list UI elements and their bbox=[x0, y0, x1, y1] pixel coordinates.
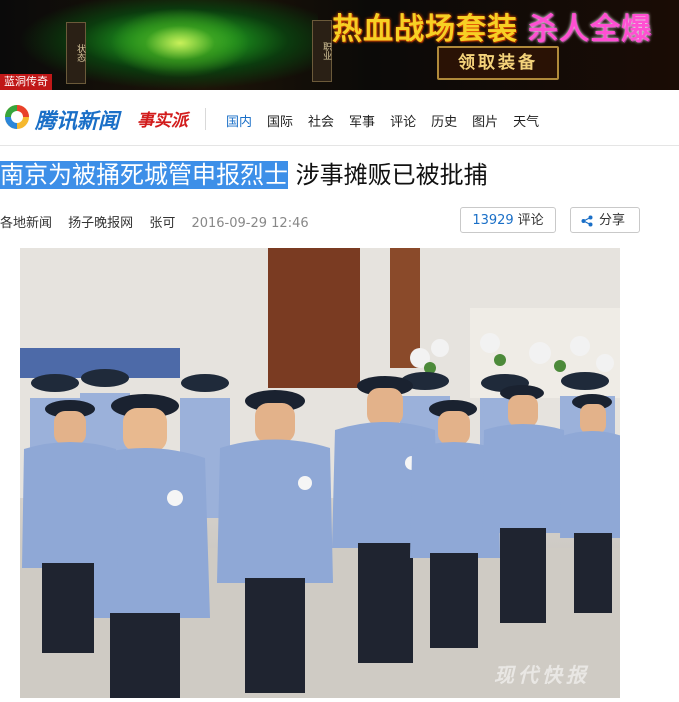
ad-glow bbox=[110, 8, 250, 78]
nav-item-international[interactable]: 国际 bbox=[267, 111, 293, 130]
ad-claim-button[interactable]: 领取装备 bbox=[437, 46, 559, 80]
ad-headline: 热血战场套装 杀人全爆 bbox=[332, 4, 652, 48]
nav-item-weather[interactable]: 天气 bbox=[513, 111, 539, 130]
article-photo: 现代快报 bbox=[20, 248, 620, 698]
ad-headline-part2: 杀人全爆 bbox=[528, 12, 652, 47]
share-button[interactable]: 分享 bbox=[570, 207, 640, 233]
comment-count: 13929 bbox=[472, 213, 514, 228]
article-title-rest: 涉事摊贩已被批捕 bbox=[288, 161, 488, 189]
photo-watermark: 现代快报 bbox=[494, 663, 590, 687]
ad-side-label-left: 状态 bbox=[66, 22, 86, 84]
nav-item-commentary[interactable]: 评论 bbox=[390, 111, 416, 130]
article-title: 南京为被捅死城管申报烈士 涉事摊贩已被批捕 bbox=[0, 158, 488, 192]
comment-button[interactable]: 13929 评论 bbox=[460, 207, 556, 233]
photo-illustration bbox=[20, 248, 620, 698]
ad-headline-part1: 热血战场套装 bbox=[332, 12, 518, 47]
share-label: 分享 bbox=[599, 213, 626, 228]
site-nav: 腾讯新闻 事实派 国内 国际 社会 军事 评论 历史 图片 天气 bbox=[0, 90, 679, 146]
nav-item-military[interactable]: 军事 bbox=[349, 111, 375, 130]
nav-item-history[interactable]: 历史 bbox=[431, 111, 457, 130]
article-author: 张可 bbox=[149, 216, 176, 231]
nav-divider bbox=[205, 108, 206, 130]
nav-item-pictures[interactable]: 图片 bbox=[472, 111, 498, 130]
article-time: 2016-09-29 12:46 bbox=[191, 216, 309, 231]
nav-links: 国内 国际 社会 军事 评论 历史 图片 天气 bbox=[226, 111, 554, 130]
tencent-logo-icon[interactable] bbox=[4, 104, 30, 130]
article-title-selected: 南京为被捅死城管申报烈士 bbox=[0, 161, 288, 189]
article-meta: 各地新闻 扬子晚报网 张可 2016-09-29 12:46 bbox=[0, 212, 321, 231]
site-logo-text[interactable]: 腾讯新闻 bbox=[35, 105, 119, 135]
nav-item-domestic[interactable]: 国内 bbox=[226, 111, 252, 130]
comment-label: 评论 bbox=[517, 213, 544, 228]
article-source[interactable]: 扬子晚报网 bbox=[68, 216, 133, 231]
ad-badge: 蓝洞传奇 bbox=[0, 74, 52, 90]
site-logo-sub[interactable]: 事实派 bbox=[137, 106, 188, 131]
article-category[interactable]: 各地新闻 bbox=[0, 216, 52, 231]
share-icon bbox=[581, 215, 593, 226]
ad-side-label-right: 职业 bbox=[312, 20, 332, 82]
nav-item-society[interactable]: 社会 bbox=[308, 111, 334, 130]
banner-ad[interactable]: 状态 职业 蓝洞传奇 热血战场套装 杀人全爆 领取装备 bbox=[0, 0, 679, 90]
